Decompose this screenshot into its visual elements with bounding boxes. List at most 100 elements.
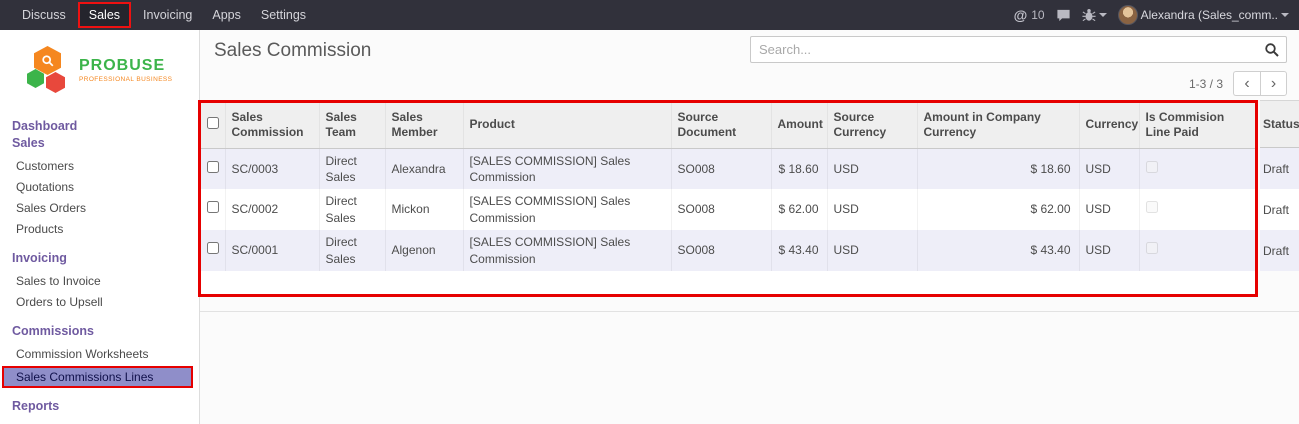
menu-sales[interactable]: Sales xyxy=(78,2,131,28)
col-amount-company-currency: Amount in Company Currency xyxy=(917,103,1079,148)
pager: 1-3 / 3 ‹ › xyxy=(1189,71,1287,96)
table-empty-area xyxy=(201,271,1255,294)
status-cell[interactable]: Draft xyxy=(1260,189,1299,230)
chevron-down-icon xyxy=(1099,13,1107,17)
cell-name: SC/0003 xyxy=(225,148,319,189)
col-product: Product xyxy=(463,103,671,148)
brand-logo[interactable]: PROBUSE PROFESSIONAL BUSINESS xyxy=(0,30,199,104)
sidebar-item-sales-to-invoice[interactable]: Sales to Invoice xyxy=(0,271,199,292)
cell-name: SC/0002 xyxy=(225,189,319,230)
cell-amount: $ 62.00 xyxy=(771,189,827,230)
status-cell[interactable]: Draft xyxy=(1260,230,1299,271)
table-header-row: Sales Commission Sales Team Sales Member… xyxy=(201,103,1255,148)
sidebar-item-products[interactable]: Products xyxy=(0,219,199,240)
cell-source-doc: SO008 xyxy=(671,189,771,230)
cell-source-doc: SO008 xyxy=(671,230,771,271)
topbar-menu: Discuss Sales Invoicing Apps Settings xyxy=(0,0,316,30)
pager-previous-button[interactable]: ‹ xyxy=(1233,71,1260,96)
col-sales-member: Sales Member xyxy=(385,103,463,148)
user-name: Alexandra (Sales_comm.. xyxy=(1141,8,1278,22)
sidebar-group-reports: Sales xyxy=(0,419,199,424)
cell-paid xyxy=(1139,230,1255,271)
col-currency: Currency xyxy=(1079,103,1139,148)
sidebar-header-commissions: Commissions xyxy=(0,323,199,339)
bug-icon xyxy=(1082,8,1096,22)
select-all-header xyxy=(201,103,225,148)
cell-source-currency: USD xyxy=(827,230,917,271)
cell-amount-company: $ 18.60 xyxy=(917,148,1079,189)
hexagon-red-icon xyxy=(46,72,65,93)
brand-name: PROBUSE xyxy=(79,57,172,75)
sidebar-item-reports-sales[interactable]: Sales xyxy=(0,419,199,424)
cell-member: Alexandra xyxy=(385,148,463,189)
col-amount: Amount xyxy=(771,103,827,148)
sidebar-item-sales-orders[interactable]: Sales Orders xyxy=(0,198,199,219)
col-status: Status xyxy=(1260,100,1299,148)
hexagon-green-icon xyxy=(27,69,44,88)
select-all-checkbox[interactable] xyxy=(207,117,219,129)
cell-team: Direct Sales xyxy=(319,230,385,271)
mention-count: 10 xyxy=(1031,8,1044,22)
sidebar-header-reports: Reports xyxy=(0,398,199,414)
table-row[interactable]: SC/0002 Direct Sales Mickon [SALES COMMI… xyxy=(201,189,1255,230)
row-select-cell xyxy=(201,230,225,271)
cell-source-currency: USD xyxy=(827,148,917,189)
pager-next-button[interactable]: › xyxy=(1260,71,1287,96)
row-select-cell xyxy=(201,148,225,189)
menu-invoicing[interactable]: Invoicing xyxy=(133,0,202,30)
cell-source-currency: USD xyxy=(827,189,917,230)
row-select-checkbox[interactable] xyxy=(207,242,219,254)
row-select-checkbox[interactable] xyxy=(207,201,219,213)
search-box xyxy=(750,36,1287,63)
cell-currency: USD xyxy=(1079,148,1139,189)
topbar-right: @ 10 Alexandra (Sales_comm.. xyxy=(1014,5,1299,25)
cell-amount-company: $ 62.00 xyxy=(917,189,1079,230)
cell-paid xyxy=(1139,189,1255,230)
status-cell[interactable]: Draft xyxy=(1260,148,1299,189)
brand-text: PROBUSE PROFESSIONAL BUSINESS xyxy=(79,57,172,84)
search-input[interactable] xyxy=(751,37,1286,62)
paid-checkbox xyxy=(1146,161,1158,173)
cell-currency: USD xyxy=(1079,230,1139,271)
row-select-checkbox[interactable] xyxy=(207,161,219,173)
sidebar-item-customers[interactable]: Customers xyxy=(0,156,199,177)
col-source-currency: Source Currency xyxy=(827,103,917,148)
sidebar-header-invoicing: Invoicing xyxy=(0,250,199,266)
menu-discuss[interactable]: Discuss xyxy=(12,0,76,30)
paid-checkbox xyxy=(1146,201,1158,213)
cell-name: SC/0001 xyxy=(225,230,319,271)
sidebar-group-invoicing: Sales to Invoice Orders to Upsell xyxy=(0,271,199,313)
cell-product: [SALES COMMISSION] Sales Commission xyxy=(463,189,671,230)
cell-product: [SALES COMMISSION] Sales Commission xyxy=(463,230,671,271)
cell-amount: $ 43.40 xyxy=(771,230,827,271)
main-content: Sales Commission 1-3 / 3 ‹ › xyxy=(200,30,1299,424)
menu-settings[interactable]: Settings xyxy=(251,0,316,30)
table-row[interactable]: SC/0001 Direct Sales Algenon [SALES COMM… xyxy=(201,230,1255,271)
chevron-down-icon xyxy=(1281,13,1289,17)
probuse-logo-icon xyxy=(26,46,72,94)
search-icon[interactable] xyxy=(1264,42,1280,63)
sidebar-item-commission-worksheets[interactable]: Commission Worksheets xyxy=(0,344,199,365)
table-row[interactable]: SC/0003 Direct Sales Alexandra [SALES CO… xyxy=(201,148,1255,189)
commission-lines-table: Sales Commission Sales Team Sales Member… xyxy=(201,103,1255,271)
cell-product: [SALES COMMISSION] Sales Commission xyxy=(463,148,671,189)
page-title: Sales Commission xyxy=(214,40,371,62)
messages-button[interactable] xyxy=(1056,8,1071,23)
sidebar-item-quotations[interactable]: Quotations xyxy=(0,177,199,198)
cell-member: Mickon xyxy=(385,189,463,230)
cell-source-doc: SO008 xyxy=(671,148,771,189)
cell-currency: USD xyxy=(1079,189,1139,230)
mentions-button[interactable]: @ 10 xyxy=(1014,7,1045,23)
col-sales-commission: Sales Commission xyxy=(225,103,319,148)
cell-team: Direct Sales xyxy=(319,148,385,189)
cell-paid xyxy=(1139,148,1255,189)
at-icon: @ xyxy=(1014,7,1028,23)
row-select-cell xyxy=(201,189,225,230)
user-menu-button[interactable]: Alexandra (Sales_comm.. xyxy=(1118,5,1289,25)
sidebar-group-sales: Customers Quotations Sales Orders Produc… xyxy=(0,156,199,240)
cell-member: Algenon xyxy=(385,230,463,271)
menu-apps[interactable]: Apps xyxy=(202,0,251,30)
sidebar-item-orders-to-upsell[interactable]: Orders to Upsell xyxy=(0,292,199,313)
sidebar-item-sales-commissions-lines[interactable]: Sales Commissions Lines xyxy=(2,366,193,388)
debug-menu-button[interactable] xyxy=(1082,8,1107,22)
